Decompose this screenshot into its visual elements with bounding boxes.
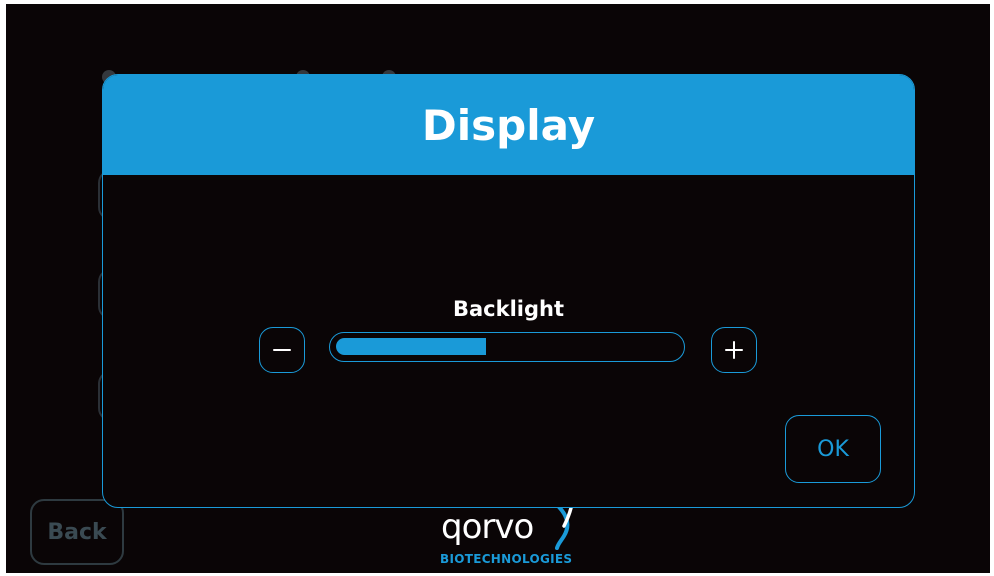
- backlight-label: Backlight: [452, 297, 564, 321]
- company-logo: qorvo BIOTECHNOLOGIES: [436, 502, 581, 570]
- screen: Back qorvo BIOTECHNOLOGIES Display Backl…: [6, 4, 990, 573]
- logo-subtext: BIOTECHNOLOGIES: [440, 552, 573, 566]
- back-button[interactable]: Back: [30, 499, 124, 565]
- increase-backlight-button[interactable]: [711, 327, 757, 373]
- backlight-slider[interactable]: [329, 332, 685, 362]
- minus-icon: [273, 349, 291, 351]
- decrease-backlight-button[interactable]: [259, 327, 305, 373]
- dialog-title: Display: [421, 100, 596, 150]
- backlight-slider-fill: [336, 338, 486, 355]
- plus-icon: [725, 341, 743, 359]
- logo-helix-icon: [555, 504, 573, 550]
- dialog-header: Display: [103, 75, 914, 175]
- display-dialog: Display Backlight OK: [102, 74, 915, 508]
- logo-wordmark: qorvo: [441, 507, 534, 547]
- ok-button[interactable]: OK: [785, 415, 881, 483]
